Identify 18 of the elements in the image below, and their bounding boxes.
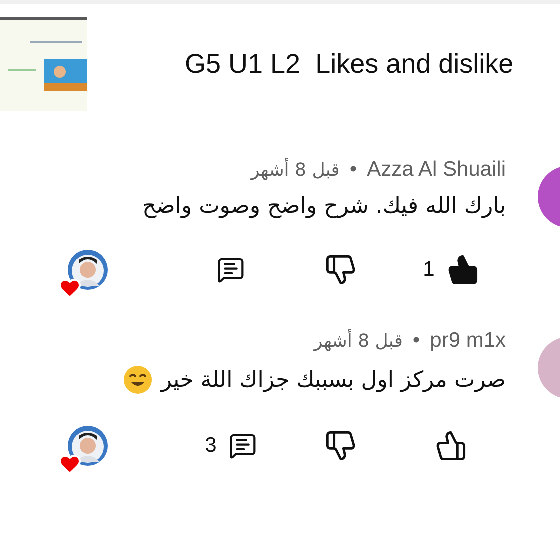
reply-count: 3 xyxy=(205,434,217,458)
video-title: G5 U1 L2 Likes and dislike xyxy=(185,48,514,80)
comment-author[interactable]: Azza Al Shuaili xyxy=(367,158,506,182)
separator-dot: • xyxy=(348,159,360,181)
like-icon[interactable] xyxy=(446,254,479,286)
dislike-icon[interactable] xyxy=(325,430,357,462)
like-icon[interactable] xyxy=(435,430,467,462)
dislike-icon[interactable] xyxy=(325,254,357,286)
smiling-face-icon xyxy=(123,365,154,395)
comment-age: قبل 8 أشهر xyxy=(250,160,340,180)
reply-icon[interactable] xyxy=(228,432,257,460)
comment-text: بارك الله فيك. شرح واضح وصوت واضح xyxy=(142,194,506,219)
separator-dot: • xyxy=(410,330,422,352)
comment-text: صرت مركز اول بسببك جزاك اللة خير xyxy=(161,368,506,392)
reply-icon[interactable] xyxy=(217,256,245,284)
comment-author[interactable]: pr9 m1x xyxy=(430,329,506,353)
like-count: 1 xyxy=(423,258,435,282)
comment-age: قبل 8 أشهر xyxy=(314,330,403,352)
